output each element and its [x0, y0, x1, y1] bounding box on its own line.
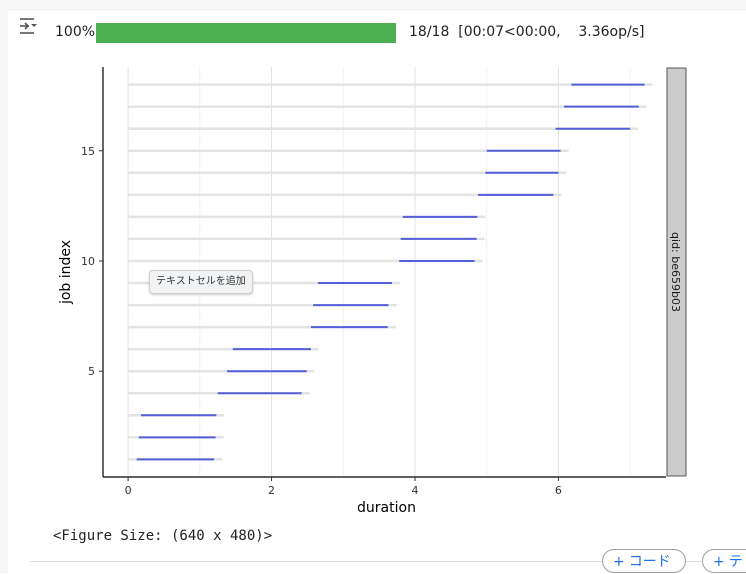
add-code-button[interactable]: + コード	[602, 549, 686, 573]
y-tick-label: 5	[88, 365, 95, 378]
y-tick-label: 10	[81, 255, 95, 268]
add-text-cell-tooltip: テキストセルを追加	[149, 270, 253, 294]
figure-size-text: <Figure Size: (640 x 480)>	[53, 528, 273, 544]
y-tick-label: 15	[81, 145, 95, 158]
add-text-button[interactable]: + テ	[702, 549, 746, 573]
add-text-label: テ	[728, 554, 743, 570]
plus-icon: +	[613, 554, 625, 570]
x-tick-label: 0	[125, 484, 132, 497]
facet-label: qid: be659b03	[669, 232, 682, 312]
add-code-label: コード	[628, 554, 671, 570]
x-tick-label: 6	[555, 484, 562, 497]
range-chart: 0 2 4 6 5 10 15 duration job index qid: be659b03	[58, 67, 687, 516]
x-tick-label: 2	[268, 484, 275, 497]
x-axis-title: duration	[357, 500, 416, 516]
x-tick-label: 4	[411, 484, 418, 497]
plus-icon: +	[713, 554, 725, 570]
y-axis-title: job index	[58, 240, 74, 305]
